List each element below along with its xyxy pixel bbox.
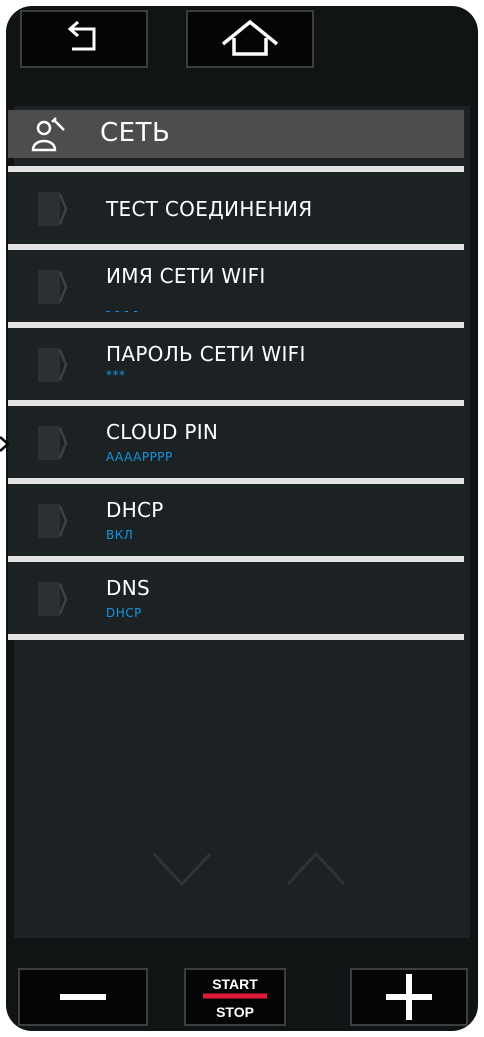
menu-item-cloud-pin[interactable]: CLOUD PIN AAAAPPPP: [8, 406, 464, 478]
divider: [8, 634, 464, 640]
menu-item-dns[interactable]: DNS DHCP: [8, 562, 464, 634]
menu-item-value: DHCP: [106, 606, 142, 620]
menu-item-label: DNS: [106, 576, 150, 600]
chevron-right-icon: [38, 582, 68, 616]
back-arrow-icon: [67, 20, 96, 51]
start-stop-divider: [203, 993, 267, 999]
chevron-right-icon: [38, 504, 68, 538]
minus-button[interactable]: [18, 968, 148, 1026]
network-settings-icon: [31, 117, 65, 152]
menu-item-wifi-name[interactable]: ИМЯ СЕТИ WIFI - - - -: [8, 250, 464, 322]
start-label: START: [212, 976, 258, 992]
chevron-down-icon[interactable]: [152, 850, 212, 888]
minus-icon: [60, 994, 106, 1000]
section-header: СЕТЬ: [8, 110, 464, 158]
menu-item-connection-test[interactable]: ТЕСТ СОЕДИНЕНИЯ: [8, 172, 464, 244]
menu-item-value: - - - -: [106, 304, 139, 318]
home-icon: [221, 19, 279, 56]
plus-button[interactable]: [350, 968, 468, 1026]
menu-item-label: CLOUD PIN: [106, 420, 219, 444]
chevron-right-icon: [38, 192, 68, 226]
menu-item-label: ИМЯ СЕТИ WIFI: [106, 264, 266, 288]
menu-item-dhcp[interactable]: DHCP ВКЛ: [8, 484, 464, 556]
menu-item-label: ПАРОЛЬ СЕТИ WIFI: [106, 342, 306, 366]
start-stop-button[interactable]: START STOP: [184, 968, 286, 1026]
menu-item-label: DHCP: [106, 498, 164, 522]
chevron-right-icon: [38, 426, 68, 460]
back-button[interactable]: [20, 10, 148, 68]
menu-item-label: ТЕСТ СОЕДИНЕНИЯ: [106, 197, 313, 221]
menu-item-wifi-password[interactable]: ПАРОЛЬ СЕТИ WIFI ***: [8, 328, 464, 400]
stop-label: STOP: [216, 1004, 254, 1020]
menu-item-value: ВКЛ: [106, 528, 134, 542]
menu-item-value: ***: [106, 368, 126, 382]
menu-item-value: AAAAPPPP: [106, 450, 173, 464]
chevron-right-icon: [38, 270, 68, 304]
chevron-right-icon: [38, 348, 68, 382]
focus-marker-icon: [0, 436, 10, 452]
plus-icon: [386, 974, 432, 1020]
page-title: СЕТЬ: [100, 118, 171, 148]
home-button[interactable]: [186, 10, 314, 68]
chevron-up-icon[interactable]: [286, 850, 346, 888]
